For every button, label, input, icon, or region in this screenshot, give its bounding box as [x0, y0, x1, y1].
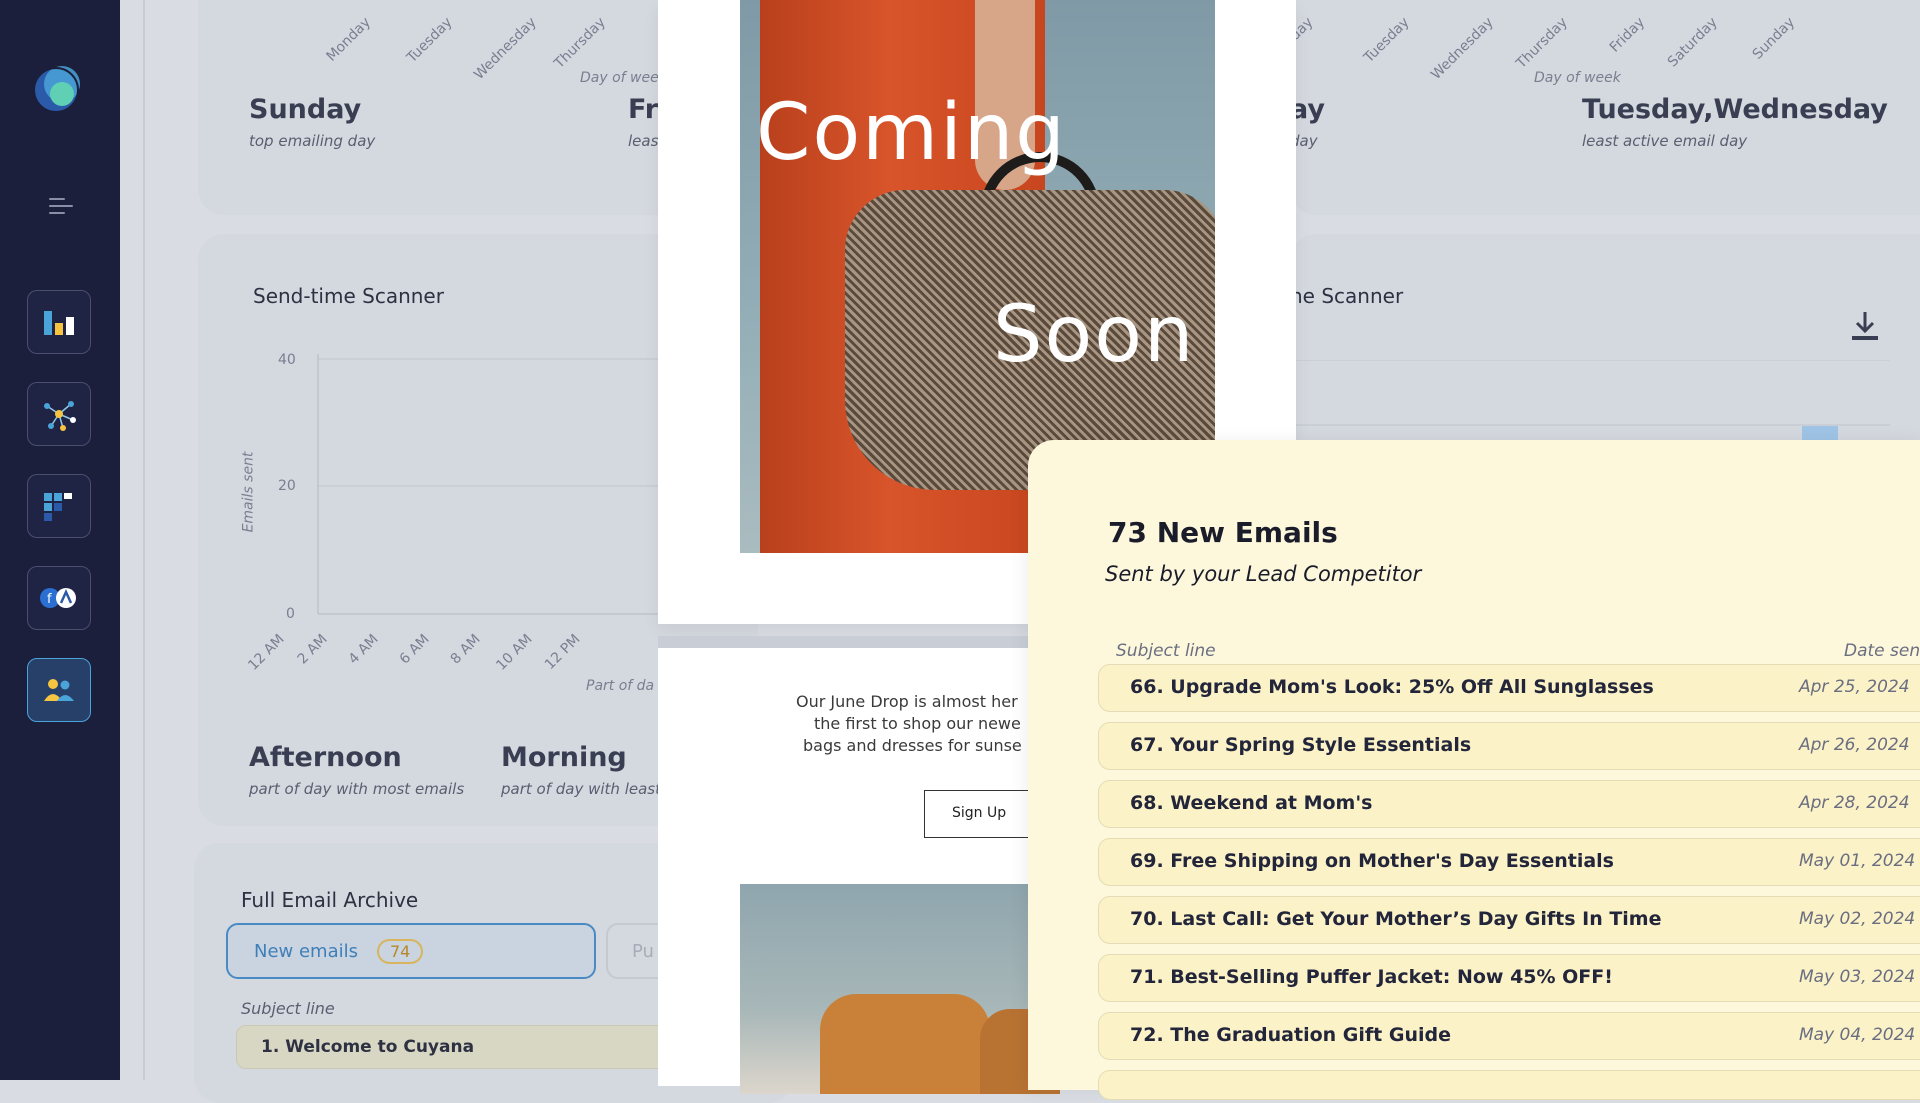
network-icon[interactable] — [27, 382, 91, 446]
row-subject: 72. The Graduation Gift Guide — [1130, 1024, 1451, 1046]
most-part-value: Afternoon — [249, 742, 402, 773]
x-tick: Friday — [1606, 14, 1649, 56]
table-row[interactable]: 67. Your Spring Style Essentials Apr 26,… — [1098, 722, 1920, 770]
column-header-date: Date sen — [1844, 641, 1920, 661]
hero-word-2: Soon — [993, 290, 1196, 380]
x-tick: Sunday — [1749, 14, 1799, 63]
tab-new-emails[interactable]: New emails 74 — [226, 923, 596, 979]
most-part-label: part of day with most emails — [249, 780, 465, 798]
panel-heading: 73 New Emails — [1108, 516, 1338, 549]
row-date: Apr 28, 2024 — [1799, 793, 1910, 813]
row-date: Apr 26, 2024 — [1799, 735, 1910, 755]
x-tick: Wednesday — [1428, 14, 1497, 83]
least-day-value: Tuesday,Wednesday — [1582, 94, 1888, 125]
row-date: May 03, 2024 — [1799, 967, 1916, 987]
x-tick: 2 AM — [294, 631, 331, 668]
hero-word-1: Coming — [756, 88, 1067, 178]
x-tick: 6 AM — [396, 631, 433, 668]
tab-count-badge: 74 — [377, 939, 424, 964]
x-axis-label: Day of week — [1534, 70, 1621, 86]
row-subject: 68. Weekend at Mom's — [1130, 792, 1373, 814]
table-row[interactable] — [1098, 1070, 1920, 1100]
least-day-label: leas — [628, 132, 659, 150]
table-row[interactable]: 72. The Graduation Gift Guide May 04, 20… — [1098, 1012, 1920, 1060]
x-tick: Tuesday — [1361, 14, 1413, 66]
row-subject: 70. Last Call: Get Your Mother’s Day Gif… — [1130, 908, 1662, 930]
body-line: bags and dresses for sunse — [803, 736, 1022, 755]
tab-label: Pu — [632, 941, 654, 962]
row-subject: 66. Upgrade Mom's Look: 25% Off All Sung… — [1130, 676, 1654, 698]
x-tick: Wednesday — [471, 14, 540, 83]
new-emails-panel: 73 New Emails Sent by your Lead Competit… — [1028, 440, 1920, 1100]
grid-icon[interactable] — [27, 474, 91, 538]
menu-icon[interactable] — [48, 196, 74, 220]
column-header-subject: Subject line — [241, 999, 335, 1018]
sidebar-divider — [143, 0, 145, 1080]
x-tick: 10 AM — [493, 631, 536, 674]
card-title: Send-time Scanner — [253, 284, 444, 308]
panel-subheading: Sent by your Lead Competitor — [1105, 562, 1422, 586]
least-part-value: Morning — [501, 742, 627, 773]
row-subject: 1. Welcome to Cuyana — [261, 1037, 475, 1057]
email-preview-bottom: Our June Drop is almost her the first to… — [658, 636, 1060, 1094]
download-icon[interactable] — [1850, 310, 1880, 346]
x-tick: Thursday — [551, 14, 609, 72]
row-date: May 01, 2024 — [1799, 851, 1916, 871]
row-subject: 67. Your Spring Style Essentials — [1130, 734, 1472, 756]
y-axis-label: Emails sent — [240, 451, 257, 533]
x-tick: 8 AM — [447, 631, 484, 668]
row-date: May 02, 2024 — [1799, 909, 1916, 929]
least-part-label: part of day with least — [501, 780, 661, 798]
table-row[interactable]: 70. Last Call: Get Your Mother’s Day Gif… — [1098, 896, 1920, 944]
x-tick: Saturday — [1664, 14, 1721, 71]
product-image — [740, 884, 1060, 1094]
row-date: May 04, 2024 — [1799, 1025, 1916, 1045]
x-tick: Monday — [323, 14, 374, 65]
svg-text:f: f — [47, 592, 52, 607]
top-day-value: Sunday — [249, 94, 362, 125]
table-row[interactable]: 66. Upgrade Mom's Look: 25% Off All Sung… — [1098, 664, 1920, 712]
row-subject: 71. Best-Selling Puffer Jacket: Now 45% … — [1130, 966, 1613, 988]
x-tick: 12 AM — [245, 631, 288, 674]
product-bag — [820, 994, 990, 1094]
x-axis-label: Part of da — [586, 678, 655, 694]
table-row[interactable]: 68. Weekend at Mom's Apr 28, 2024 — [1098, 780, 1920, 828]
x-axis-label: Day of wee — [580, 70, 659, 86]
x-tick: Thursday — [1513, 14, 1571, 72]
y-tick: 40 — [278, 352, 296, 368]
tab-label: New emails — [254, 941, 359, 962]
bar-chart-icon[interactable] — [27, 290, 91, 354]
body-line: the first to shop our newe — [814, 714, 1021, 733]
days-card-right: day Tuesday Wednesday Thursday Friday Sa… — [1287, 0, 1920, 215]
people-icon[interactable] — [27, 658, 91, 722]
button-label: Sign Up — [952, 805, 1007, 821]
column-header-subject: Subject line — [1116, 641, 1216, 661]
card-title: ne Scanner — [1290, 284, 1404, 308]
x-tick: Tuesday — [404, 14, 456, 66]
archive-title: Full Email Archive — [241, 888, 419, 912]
row-date: Apr 25, 2024 — [1799, 677, 1910, 697]
top-day-label: top emailing day — [249, 132, 376, 150]
sidebar: f — [0, 0, 120, 1080]
row-subject: 69. Free Shipping on Mother's Day Essent… — [1130, 850, 1614, 872]
social-icon[interactable]: f — [27, 566, 91, 630]
preview-gap — [658, 636, 1048, 648]
logo-icon[interactable] — [32, 62, 86, 116]
y-tick: 20 — [278, 478, 296, 494]
x-tick: 4 AM — [345, 631, 382, 668]
table-row[interactable]: 71. Best-Selling Puffer Jacket: Now 45% … — [1098, 954, 1920, 1002]
least-day-label: least active email day — [1582, 132, 1748, 150]
y-tick: 0 — [286, 606, 295, 622]
x-tick: 12 PM — [541, 631, 584, 673]
table-row[interactable]: 69. Free Shipping on Mother's Day Essent… — [1098, 838, 1920, 886]
body-line: Our June Drop is almost her — [796, 692, 1018, 711]
